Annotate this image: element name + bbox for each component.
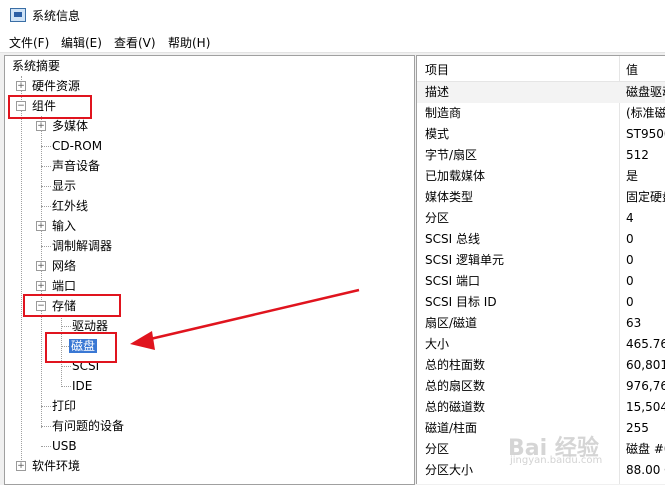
- row-item-value: 是: [626, 169, 639, 183]
- table-row[interactable]: 总的扇区数 976,768: [417, 376, 665, 397]
- details-pane[interactable]: 项目 值 描述 磁盘驱动制造商 (标准磁盘模式 ST9500 字节/扇区 512 已加载媒体…: [416, 55, 665, 484]
- row-item-value: 255: [626, 421, 649, 435]
- row-item-value: (标准磁盘: [626, 106, 665, 120]
- row-item-name: 总的扇区数: [425, 379, 486, 393]
- watermark-url: jingyan.baidu.com: [510, 455, 603, 466]
- row-item-value: 0: [626, 295, 634, 309]
- row-item-name: SCSI 逻辑单元: [425, 253, 504, 267]
- table-row[interactable]: SCSI 目标 ID 0: [417, 292, 665, 313]
- row-item-name: 分区大小: [425, 463, 474, 477]
- row-item-value: 465.76: [626, 337, 665, 351]
- row-item-value: 0: [626, 274, 634, 288]
- table-row[interactable]: 字节/扇区 512: [417, 145, 665, 166]
- row-item-name: 大小: [425, 337, 450, 351]
- row-item-value: 63: [626, 316, 642, 330]
- table-row[interactable]: SCSI 逻辑单元 0: [417, 250, 665, 271]
- row-item-value: 60,801: [626, 358, 665, 372]
- row-item-name: 分区: [425, 442, 450, 456]
- row-item-name: 扇区/磁道: [425, 316, 478, 330]
- row-item-name: 制造商: [425, 106, 462, 120]
- row-item-name: SCSI 总线: [425, 232, 480, 246]
- table-row[interactable]: 制造商 (标准磁盘: [417, 103, 665, 124]
- column-header-value[interactable]: 值: [626, 61, 638, 78]
- column-header-item[interactable]: 项目: [425, 61, 449, 78]
- table-header: 项目 值: [417, 56, 665, 82]
- table-row[interactable]: 分区 4: [417, 208, 665, 229]
- row-item-value: 512: [626, 148, 649, 162]
- row-item-value: ST9500: [626, 127, 665, 141]
- arrow-shaft: [145, 288, 360, 342]
- row-item-name: 字节/扇区: [425, 148, 478, 162]
- table-row[interactable]: 描述 磁盘驱动: [417, 82, 665, 103]
- table-row[interactable]: 媒体类型 固定硬盘: [417, 187, 665, 208]
- table-row[interactable]: 总的磁道数 15,504,: [417, 397, 665, 418]
- row-item-value: 固定硬盘: [626, 190, 665, 204]
- row-item-value: 976,768: [626, 379, 665, 393]
- row-item-name: 总的磁道数: [425, 400, 486, 414]
- row-item-name: SCSI 端口: [425, 274, 480, 288]
- row-item-name: SCSI 目标 ID: [425, 295, 497, 309]
- table-row[interactable]: 大小 465.76: [417, 334, 665, 355]
- row-item-name: 已加载媒体: [425, 169, 486, 183]
- row-item-value: 0: [626, 253, 634, 267]
- arrow-head: [130, 331, 155, 350]
- table-row[interactable]: SCSI 端口 0: [417, 271, 665, 292]
- table-row[interactable]: 总的柱面数 60,801: [417, 355, 665, 376]
- row-item-value: 0: [626, 232, 634, 246]
- row-item-name: 模式: [425, 127, 450, 141]
- row-item-name: 分区: [425, 211, 450, 225]
- table-row[interactable]: 模式 ST9500: [417, 124, 665, 145]
- table-row[interactable]: 已加载媒体 是: [417, 166, 665, 187]
- row-item-name: 总的柱面数: [425, 358, 486, 372]
- row-item-value: 4: [626, 211, 634, 225]
- row-item-name: 描述: [425, 85, 450, 99]
- row-item-value: 15,504,: [626, 400, 665, 414]
- row-item-value: 磁盘驱动: [626, 85, 665, 99]
- table-row[interactable]: SCSI 总线 0: [417, 229, 665, 250]
- row-item-name: 磁道/柱面: [425, 421, 478, 435]
- row-item-value: 88.00 G: [626, 463, 665, 477]
- table-row[interactable]: 扇区/磁道 63: [417, 313, 665, 334]
- row-item-name: 媒体类型: [425, 190, 474, 204]
- row-item-value: 磁盘 #0: [626, 442, 665, 456]
